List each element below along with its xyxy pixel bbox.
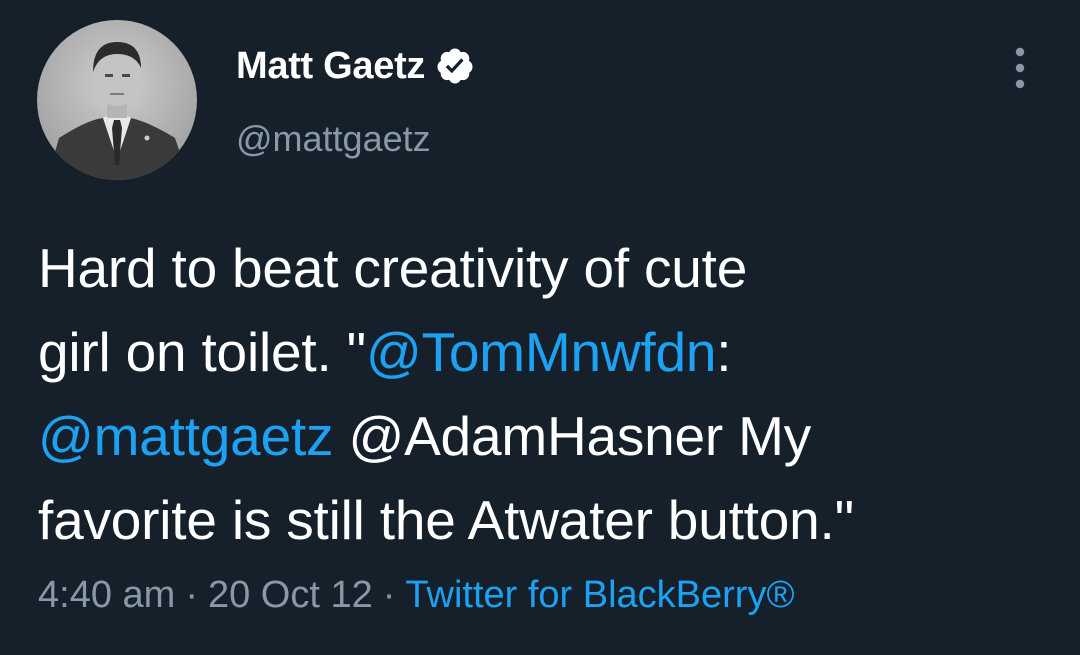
- more-vertical-icon[interactable]: [1002, 42, 1038, 94]
- tweet-source-link[interactable]: Twitter for BlackBerry®: [405, 574, 794, 616]
- tweet-line-4: favorite is still the Atwater button.": [38, 489, 854, 551]
- tweet-line-3: @mattgaetz @AdamHasner My: [38, 394, 1048, 478]
- mention-link-tommnwfdn[interactable]: @TomMnwfdn: [366, 321, 717, 383]
- display-name[interactable]: Matt Gaetz: [236, 45, 425, 88]
- tweet-line-3-tail: @AdamHasner My: [333, 405, 812, 467]
- tweet-line-2-text: girl on toilet. ": [38, 321, 366, 383]
- tweet-card: Matt Gaetz @mattgaetz Hard to beat creat…: [0, 0, 1080, 655]
- tweet-time[interactable]: 4:40 am: [38, 574, 175, 616]
- author-name-row[interactable]: Matt Gaetz: [236, 42, 475, 90]
- meta-separator: ·: [185, 574, 198, 616]
- tweet-line-2: girl on toilet. "@TomMnwfdn:: [38, 310, 1048, 394]
- mention-link-mattgaetz[interactable]: @mattgaetz: [38, 405, 334, 467]
- profile-photo: [37, 20, 197, 180]
- author-handle[interactable]: @mattgaetz: [236, 118, 431, 160]
- verified-badge-icon: [435, 46, 475, 86]
- tweet-text: Hard to beat creativity of cute girl on …: [38, 226, 1048, 562]
- meta-separator-2: ·: [382, 574, 396, 616]
- tweet-date[interactable]: 20 Oct 12: [208, 574, 373, 616]
- tweet-meta: 4:40 am · 20 Oct 12 · Twitter for BlackBerry…: [38, 574, 794, 617]
- avatar[interactable]: [37, 20, 197, 180]
- tweet-line-1: Hard to beat creativity of cute: [38, 237, 748, 299]
- tweet-line-2-tail: :: [716, 321, 732, 383]
